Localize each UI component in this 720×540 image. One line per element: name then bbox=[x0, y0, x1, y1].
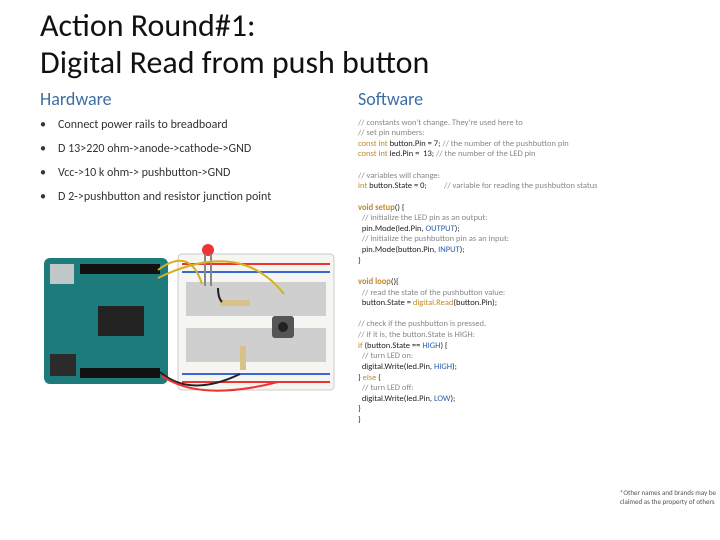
list-item: Vcc->10 k ohm-> pushbutton->GND bbox=[40, 166, 340, 180]
resistor-icon bbox=[220, 300, 250, 306]
title-line2: Digital Read from push button bbox=[40, 43, 429, 82]
footnote: *Other names and brands may be claimed a… bbox=[620, 489, 716, 506]
list-item: D 2->pushbutton and resistor junction po… bbox=[40, 190, 340, 204]
list-item: D 13>220 ohm->anode->cathode->GND bbox=[40, 142, 340, 156]
hardware-list: Connect power rails to breadboard D 13>2… bbox=[40, 118, 340, 204]
resistor-icon bbox=[240, 346, 246, 370]
code-block: // constants won't change. They're used … bbox=[358, 118, 680, 426]
circuit-diagram bbox=[40, 228, 340, 398]
header-bottom-icon bbox=[80, 368, 160, 378]
title-line1: Action Round#1: bbox=[40, 6, 256, 45]
list-item: Connect power rails to breadboard bbox=[40, 118, 340, 132]
hardware-column: Hardware Connect power rails to breadboa… bbox=[40, 88, 340, 426]
led-icon bbox=[202, 244, 214, 256]
mcu-chip-icon bbox=[98, 306, 144, 336]
breadboard-icon bbox=[178, 254, 334, 390]
usb-port-icon bbox=[50, 264, 74, 284]
header-top-icon bbox=[80, 264, 160, 274]
hardware-heading: Hardware bbox=[40, 88, 340, 110]
dc-jack-icon bbox=[50, 354, 76, 376]
software-column: Software // constants won't change. They… bbox=[358, 88, 680, 426]
slide-title: Action Round#1: Digital Read from push b… bbox=[40, 8, 680, 82]
software-heading: Software bbox=[358, 88, 680, 110]
